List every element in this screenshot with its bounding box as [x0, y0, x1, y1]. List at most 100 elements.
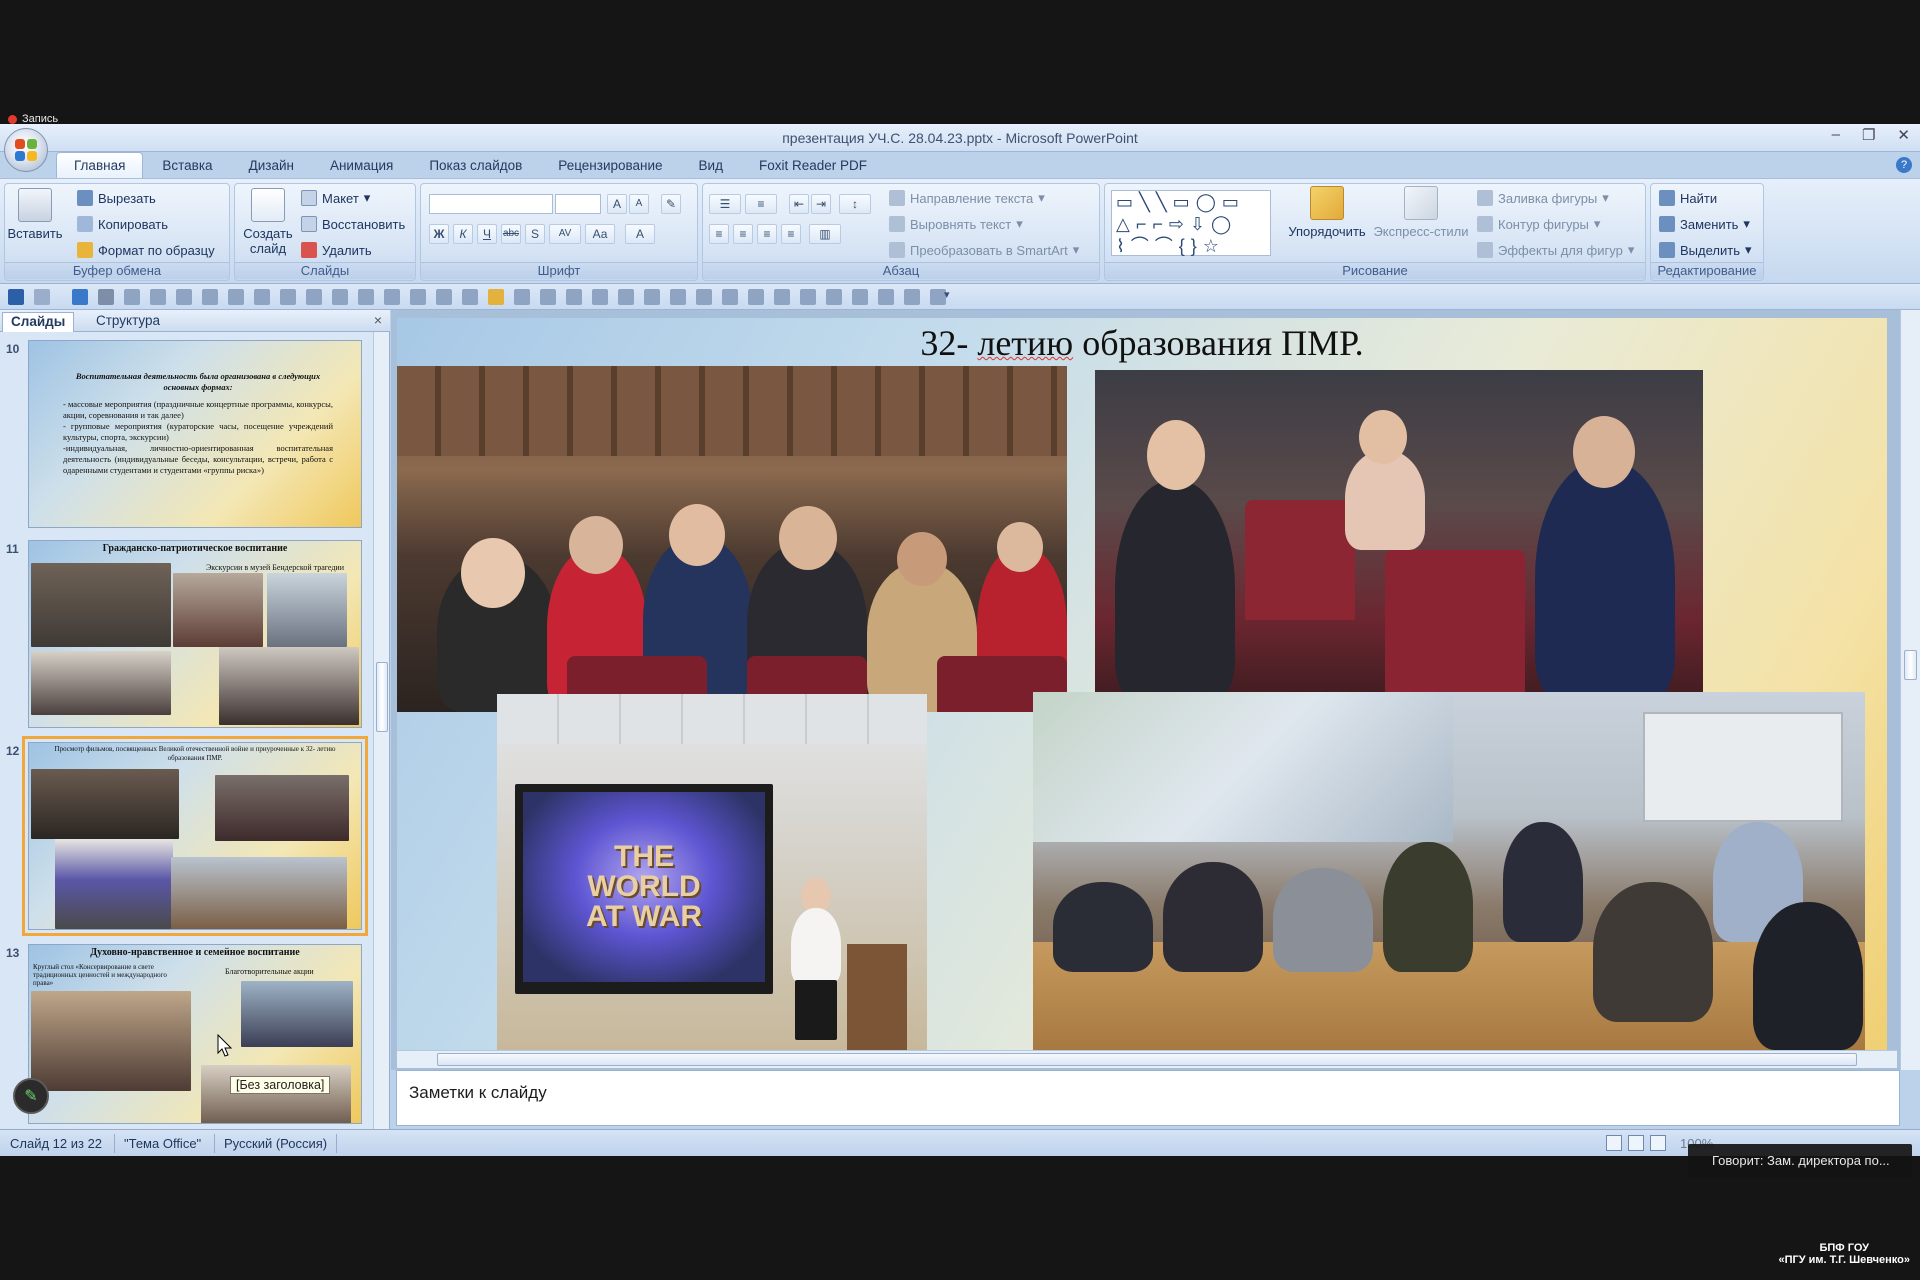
undo-icon[interactable] [34, 289, 50, 305]
customize-toolbar-icon[interactable]: ▾ [944, 288, 950, 301]
close-icon[interactable]: × [374, 312, 382, 328]
panel-scrollbar[interactable] [373, 332, 389, 1129]
replace-button[interactable]: Заменить ▾ [1659, 216, 1750, 232]
toolbar-icon[interactable] [462, 289, 478, 305]
office-button[interactable] [4, 128, 48, 172]
font-size-combo[interactable] [555, 194, 601, 214]
underline-button[interactable]: Ч [477, 224, 497, 244]
tab-design[interactable]: Дизайн [232, 153, 311, 178]
toolbar-icon[interactable] [150, 289, 166, 305]
toolbar-icon[interactable] [774, 289, 790, 305]
slide-thumbnail-10[interactable]: Воспитательная деятельность была организ… [28, 340, 362, 528]
toolbar-icon[interactable] [852, 289, 868, 305]
font-color-button[interactable]: A [625, 224, 655, 244]
tab-foxit[interactable]: Foxit Reader PDF [742, 153, 884, 178]
toolbar-icon[interactable] [410, 289, 426, 305]
toolbar-icon[interactable] [176, 289, 192, 305]
toolbar-icon[interactable] [800, 289, 816, 305]
toolbar-icon[interactable] [202, 289, 218, 305]
slide-title[interactable]: 32- летию образования ПМР. [397, 322, 1887, 364]
minimize-button[interactable]: – [1832, 126, 1840, 144]
delete-slide-button[interactable]: Удалить [301, 242, 372, 258]
toolbar-icon[interactable] [436, 289, 452, 305]
slide-canvas[interactable]: 32- летию образования ПМР. THE WORLD AT … [397, 318, 1887, 1054]
slide-thumbnail-13[interactable]: Духовно-нравственное и семейное воспитан… [28, 944, 362, 1124]
photo-audience-red-seats[interactable] [1095, 370, 1703, 704]
slide-vertical-scrollbar[interactable] [1900, 310, 1920, 1070]
slideshow-view-icon[interactable] [1650, 1135, 1666, 1151]
help-icon[interactable]: ? [1896, 157, 1912, 173]
shapes-gallery[interactable]: ▭╲╲▭◯▭ △⌐⌐⇨⇩◯ ⌇⌒⌒{}☆ [1111, 190, 1271, 256]
toolbar-icon[interactable] [384, 289, 400, 305]
toolbar-icon[interactable] [514, 289, 530, 305]
slide-horizontal-scrollbar[interactable] [397, 1050, 1897, 1068]
preview-icon[interactable] [124, 289, 140, 305]
language-indicator[interactable]: Русский (Россия) [224, 1136, 327, 1151]
save-icon[interactable] [8, 289, 24, 305]
bold-button[interactable]: Ж [429, 224, 449, 244]
normal-view-icon[interactable] [1606, 1135, 1622, 1151]
clear-format-icon[interactable]: ✎ [661, 194, 681, 214]
tab-animation[interactable]: Анимация [313, 153, 410, 178]
toolbar-icon[interactable] [670, 289, 686, 305]
toolbar-icon[interactable] [592, 289, 608, 305]
notes-pane[interactable]: Заметки к слайду [396, 1070, 1900, 1126]
toolbar-icon[interactable] [566, 289, 582, 305]
italic-button[interactable]: К [453, 224, 473, 244]
cut-button[interactable]: Вырезать [77, 190, 156, 206]
shape-fill-button[interactable]: Заливка фигуры ▾ [1477, 190, 1609, 206]
align-text-button[interactable]: Выровнять текст ▾ [889, 216, 1023, 232]
toolbar-icon[interactable] [618, 289, 634, 305]
columns-icon[interactable]: ▥ [809, 224, 841, 244]
tab-slides[interactable]: Слайды [2, 312, 75, 332]
shadow-button[interactable]: S [525, 224, 545, 244]
shape-outline-button[interactable]: Контур фигуры ▾ [1477, 216, 1600, 232]
tab-slideshow[interactable]: Показ слайдов [412, 153, 539, 178]
smartart-button[interactable]: Преобразовать в SmartArt ▾ [889, 242, 1079, 258]
toolbar-icon[interactable] [254, 289, 270, 305]
tab-review[interactable]: Рецензирование [541, 153, 679, 178]
annotation-pen-icon[interactable]: ✎ [13, 1078, 49, 1114]
close-button[interactable]: ✕ [1897, 126, 1910, 144]
shrink-font-button[interactable]: A [629, 194, 649, 214]
restore-button[interactable]: ❐ [1862, 126, 1875, 144]
tab-home[interactable]: Главная [56, 152, 144, 178]
toolbar-icon[interactable] [644, 289, 660, 305]
align-left-icon[interactable]: ≡ [709, 224, 729, 244]
toolbar-icon[interactable] [904, 289, 920, 305]
toolbar-icon[interactable] [826, 289, 842, 305]
copy-button[interactable]: Копировать [77, 216, 168, 232]
toolbar-icon[interactable] [748, 289, 764, 305]
format-painter-button[interactable]: Формат по образцу [77, 242, 215, 258]
scroll-thumb[interactable] [376, 662, 388, 732]
quick-styles-button[interactable]: Экспресс-стили [1371, 186, 1471, 239]
toolbar-icon[interactable] [722, 289, 738, 305]
slide-thumbnail-12[interactable]: Просмотр фильмов, посвященных Великой от… [22, 736, 368, 936]
toolbar-icon[interactable] [332, 289, 348, 305]
select-button[interactable]: Выделить ▾ [1659, 242, 1752, 258]
char-spacing-button[interactable]: AV [549, 224, 581, 244]
toolbar-icon[interactable] [540, 289, 556, 305]
bullets-icon[interactable]: ☰ [709, 194, 741, 214]
redo-icon[interactable] [72, 289, 88, 305]
line-spacing-icon[interactable]: ↕ [839, 194, 871, 214]
increase-indent-icon[interactable]: ⇥ [811, 194, 831, 214]
toolbar-icon[interactable] [306, 289, 322, 305]
new-slide-button[interactable]: Создать слайд [241, 188, 295, 256]
change-case-button[interactable]: Аа [585, 224, 615, 244]
reset-button[interactable]: Восстановить [301, 216, 405, 232]
tab-view[interactable]: Вид [682, 153, 740, 178]
align-center-icon[interactable]: ≡ [733, 224, 753, 244]
numbering-icon[interactable]: ≡ [745, 194, 777, 214]
tab-insert[interactable]: Вставка [145, 153, 229, 178]
find-button[interactable]: Найти [1659, 190, 1717, 206]
tab-outline[interactable]: Структура [88, 312, 168, 332]
print-icon[interactable] [98, 289, 114, 305]
arrange-button[interactable]: Упорядочить [1281, 186, 1373, 239]
toolbar-icon[interactable] [228, 289, 244, 305]
align-right-icon[interactable]: ≡ [757, 224, 777, 244]
toolbar-icon[interactable] [280, 289, 296, 305]
scroll-thumb[interactable] [437, 1053, 1857, 1066]
font-name-combo[interactable] [429, 194, 553, 214]
photo-classroom[interactable] [1033, 692, 1865, 1050]
